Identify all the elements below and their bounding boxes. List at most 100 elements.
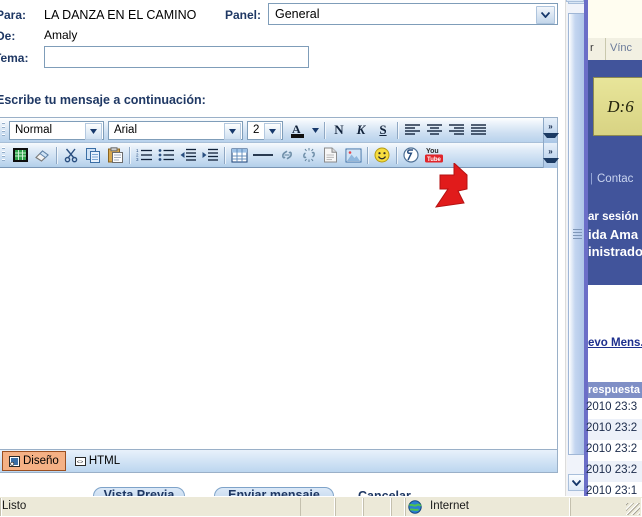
cut-scissors-button[interactable] <box>60 145 82 166</box>
table-row[interactable]: 2010 23:2 <box>586 440 642 461</box>
double-chevron-icon: » <box>548 147 553 156</box>
insert-youtube-button[interactable]: You Tube <box>422 145 446 166</box>
table-row-date: 2010 23:3 <box>586 401 638 413</box>
background-column-headers: r Vínc <box>588 38 642 61</box>
close-session-link[interactable]: ar sesión <box>588 210 642 227</box>
tab-diseno[interactable]: Diseño <box>2 451 66 471</box>
scrollbar-grip-icon <box>573 229 582 239</box>
insert-flash-button[interactable] <box>400 145 422 166</box>
unordered-list-button[interactable] <box>155 145 177 166</box>
toolbar-overflow-button-1[interactable]: » <box>542 118 559 143</box>
toolbar-grip-icon[interactable] <box>0 145 7 165</box>
svg-text:3: 3 <box>136 157 139 162</box>
svg-text:<>: <> <box>77 459 83 465</box>
align-center-button[interactable] <box>423 120 445 141</box>
svg-text:Tube: Tube <box>427 157 442 163</box>
decrease-indent-button[interactable] <box>177 145 199 166</box>
tab-html[interactable]: <> HTML <box>69 452 126 470</box>
toolbar-overflow-button-2[interactable]: » <box>542 143 559 168</box>
table-row[interactable]: 2010 23:2 <box>586 461 642 482</box>
insert-emoticon-button[interactable] <box>371 145 393 166</box>
subject-input[interactable] <box>45 47 308 67</box>
scroll-up-button-top[interactable] <box>566 0 584 2</box>
editor-content-area[interactable] <box>0 169 557 450</box>
new-message-link-label: evo Mens. <box>588 337 642 349</box>
underline-label: S <box>379 122 387 137</box>
message-compose-page: Para: LA DANZA EN EL CAMINO Panel: Gener… <box>0 0 565 496</box>
preview-button-label: Vista Previa <box>103 488 175 496</box>
font-color-dropdown-icon[interactable] <box>309 120 321 141</box>
table-row-date: 2010 23:2 <box>586 443 638 455</box>
insert-table-button[interactable] <box>228 145 250 166</box>
chevron-down-icon[interactable] <box>264 122 281 140</box>
table-row-date: 2010 23:2 <box>586 422 638 434</box>
subject-input-wrap[interactable] <box>44 46 309 68</box>
tab-html-label: HTML <box>88 455 121 467</box>
insert-link-button[interactable] <box>276 145 298 166</box>
paragraph-style-select[interactable]: Normal <box>9 120 104 140</box>
edit-source-button[interactable] <box>9 145 31 166</box>
status-text-label: Listo <box>2 500 27 512</box>
background-spacer-2 <box>588 263 642 285</box>
unlink-button[interactable] <box>298 145 320 166</box>
subject-label: Tema: <box>0 51 29 65</box>
align-right-button[interactable] <box>445 120 467 141</box>
align-justify-button[interactable] <box>467 120 489 141</box>
insert-document-button[interactable] <box>320 145 342 166</box>
horizontal-rule-button[interactable] <box>250 145 276 166</box>
scrollbar-thumb[interactable] <box>568 13 585 455</box>
panel-select[interactable]: General <box>268 3 558 25</box>
column-divider <box>605 38 606 60</box>
page-vertical-scrollbar[interactable] <box>565 0 585 496</box>
bold-button[interactable]: N <box>328 120 350 141</box>
scrollbar-track[interactable] <box>567 0 585 496</box>
design-icon <box>9 455 20 467</box>
increase-indent-button[interactable] <box>199 145 221 166</box>
underline-button[interactable]: S <box>372 120 394 141</box>
italic-button[interactable]: K <box>350 120 372 141</box>
send-message-button[interactable]: Enviar mensaje <box>214 487 334 496</box>
preview-button[interactable]: Vista Previa <box>93 487 185 496</box>
font-color-button[interactable]: A <box>287 120 309 141</box>
font-family-select[interactable]: Arial <box>108 120 243 140</box>
html-icon: <> <box>74 456 86 467</box>
sender-label: De: <box>0 29 16 43</box>
column-header-1: r <box>590 42 594 54</box>
security-zone-label: Internet <box>430 500 469 512</box>
panel-select-value: General <box>275 7 320 21</box>
scroll-down-button[interactable] <box>568 474 585 491</box>
new-message-link[interactable]: evo Mens. <box>588 337 642 355</box>
clear-formatting-eraser-button[interactable] <box>31 145 53 166</box>
copy-button[interactable] <box>82 145 104 166</box>
chevron-down-icon[interactable] <box>536 6 555 24</box>
font-size-select[interactable]: 2 <box>247 120 283 140</box>
compose-instruction: Escribe tu mensaje a continuación: <box>0 93 206 107</box>
align-left-button[interactable] <box>401 120 423 141</box>
window-resize-grip-icon[interactable] <box>626 503 640 515</box>
chevron-down-icon[interactable] <box>85 122 102 140</box>
background-content-area <box>588 285 642 345</box>
close-session-label: ar sesión <box>588 211 639 223</box>
badge-tile[interactable]: D:6 <box>593 77 642 136</box>
table-row[interactable]: 2010 23:1 <box>586 482 642 496</box>
font-size-value: 2 <box>253 124 260 136</box>
table-row[interactable]: 2010 23:2 <box>586 419 642 440</box>
panel-label: Panel: <box>225 8 262 22</box>
welcome-line-1: ida Ama <box>588 227 639 242</box>
svg-text:You: You <box>426 148 439 155</box>
toolbar-grip-icon[interactable] <box>0 120 7 140</box>
welcome-line-2: inistrado <box>588 244 642 259</box>
background-window-strip: r Vínc D:6 | Contac ar sesión ida Ama in… <box>584 0 642 496</box>
paste-button[interactable] <box>104 145 126 166</box>
ordered-list-button[interactable]: 123 <box>133 145 155 166</box>
contact-nav-item[interactable]: | Contac <box>588 168 642 196</box>
editor-mode-tabs: Diseño <> HTML <box>0 449 557 472</box>
chevron-down-icon <box>542 158 559 163</box>
toolbar-separator <box>396 146 397 164</box>
background-spacer-3 <box>588 355 642 382</box>
sender-value: Amaly <box>44 28 78 42</box>
chevron-down-icon[interactable] <box>224 122 241 140</box>
cancel-link[interactable]: Cancelar <box>358 489 411 496</box>
insert-image-button[interactable] <box>342 145 364 166</box>
table-row[interactable]: 2010 23:3 <box>586 398 642 419</box>
